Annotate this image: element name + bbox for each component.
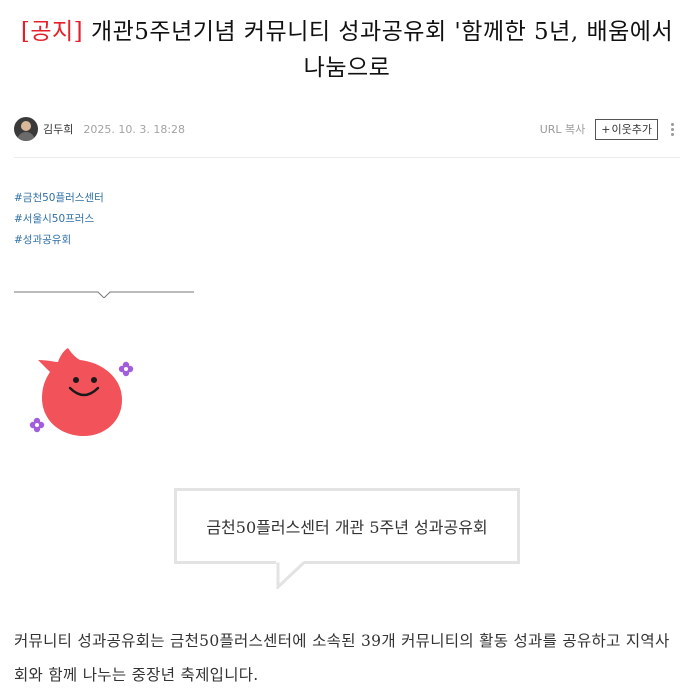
tag-list: #금천50플러스센터 #서울시50프러스 #성과공유회 <box>14 188 104 251</box>
bubble-heading: 금천50플러스센터 개관 5주년 성과공유회 <box>206 518 488 537</box>
author-name[interactable]: 김두희 <box>43 121 73 137</box>
body-paragraph: 커뮤니티 성과공유회는 금천50플러스센터에 소속된 39개 커뮤니티의 활동 … <box>14 632 670 684</box>
flower-icon <box>29 417 45 433</box>
post-meta: 김두희 2025. 10. 3. 18:28 URL 복사 + 이웃추가 <box>14 116 680 142</box>
url-copy-button[interactable]: URL 복사 <box>540 121 586 137</box>
quote-divider-line <box>14 291 194 298</box>
post-title-prefix: [공지] <box>20 19 84 45</box>
meta-divider <box>14 157 680 158</box>
tag-link[interactable]: #성과공유회 <box>14 230 104 251</box>
post-title: [공지] 개관5주년기념 커뮤니티 성과공유회 '함께한 5년, 배움에서 나눔… <box>14 14 680 86</box>
post-date: 2025. 10. 3. 18:28 <box>83 122 186 136</box>
avatar[interactable] <box>14 117 38 141</box>
post-title-text: 개관5주년기념 커뮤니티 성과공유회 '함께한 5년, 배움에서 나눔으로 <box>83 19 674 81</box>
bubble-tail <box>276 561 306 589</box>
tag-link[interactable]: #서울시50프러스 <box>14 209 104 230</box>
more-vertical-icon[interactable] <box>664 119 680 139</box>
add-neighbor-button[interactable]: + 이웃추가 <box>595 118 658 140</box>
plus-icon: + <box>601 122 611 136</box>
flower-icon <box>118 361 134 377</box>
speech-bubble: 금천50플러스센터 개관 5주년 성과공유회 <box>174 488 520 590</box>
tag-link[interactable]: #금천50플러스센터 <box>14 188 104 209</box>
mascot-character-image <box>29 348 134 436</box>
add-neighbor-label: 이웃추가 <box>611 123 652 136</box>
